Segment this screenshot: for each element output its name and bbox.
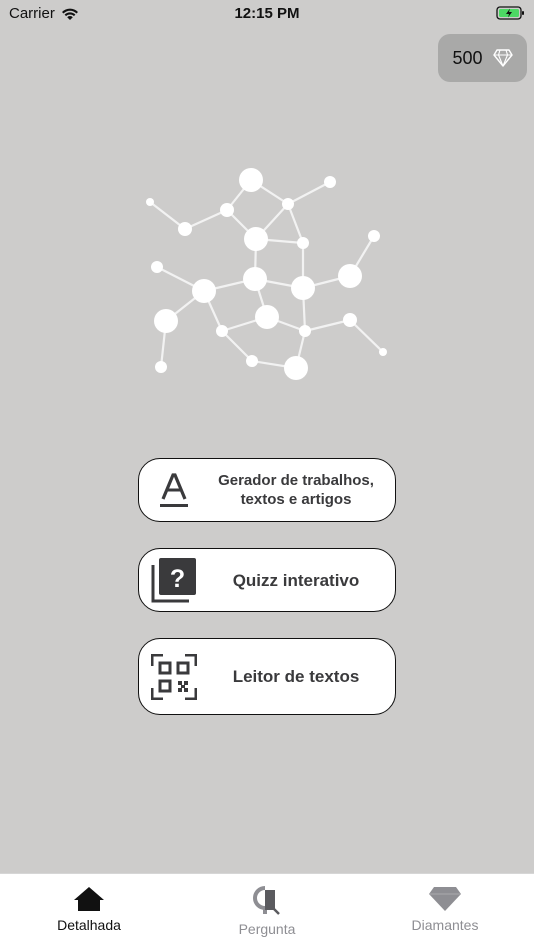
text-reader-button[interactable]: Leitor de textos bbox=[138, 638, 396, 715]
diamond-icon bbox=[492, 49, 513, 67]
tab-pergunta[interactable]: Pergunta bbox=[178, 874, 356, 950]
status-right bbox=[496, 5, 526, 25]
tab-label: Pergunta bbox=[238, 921, 296, 937]
status-bar: Carrier 12:15 PM bbox=[0, 0, 534, 28]
home-icon bbox=[74, 887, 104, 911]
svg-text:?: ? bbox=[170, 565, 185, 593]
text-format-icon bbox=[139, 471, 209, 509]
quiz-button[interactable]: ? Quizz interativo bbox=[138, 548, 396, 612]
diamond-counter[interactable]: 500 bbox=[438, 34, 527, 82]
tab-bar: Detalhada Pergunta Diamantes bbox=[0, 873, 534, 950]
status-time: 12:15 PM bbox=[234, 5, 300, 22]
tab-label: Diamantes bbox=[411, 917, 479, 933]
diamond-icon bbox=[429, 887, 461, 911]
text-generator-button[interactable]: Gerador de trabalhos, textos e artigos bbox=[138, 458, 396, 522]
diamond-count: 500 bbox=[452, 47, 483, 68]
quiz-label: Quizz interativo bbox=[232, 570, 360, 590]
text-reader-label: Leitor de textos bbox=[232, 667, 360, 686]
text-generator-label: Gerador de trabalhos, textos e artigos bbox=[218, 472, 374, 508]
battery-charging-icon bbox=[496, 6, 524, 20]
qr-scan-icon bbox=[139, 653, 209, 700]
network-illustration bbox=[146, 168, 387, 380]
tab-detalhada[interactable]: Detalhada bbox=[0, 874, 178, 950]
question-icon bbox=[253, 886, 280, 915]
quiz-icon: ? bbox=[139, 557, 209, 603]
tab-label: Detalhada bbox=[57, 917, 121, 933]
tab-diamantes[interactable]: Diamantes bbox=[356, 874, 534, 950]
